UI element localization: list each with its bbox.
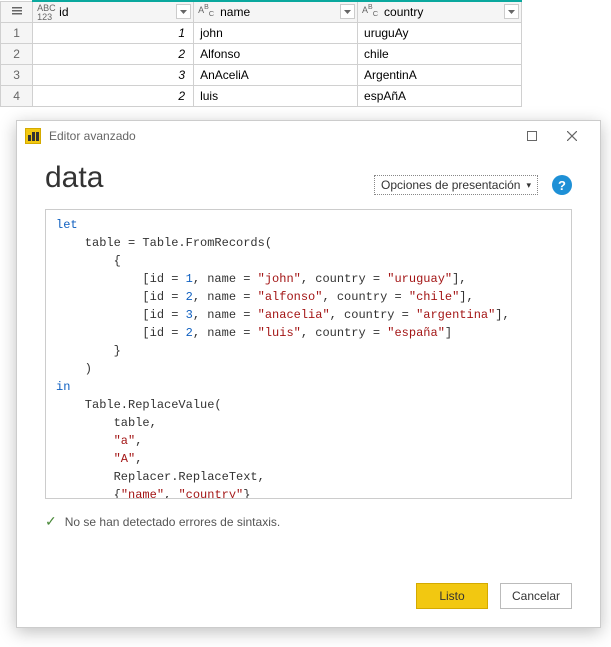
row-number: 3 (1, 64, 33, 85)
col-id-header[interactable]: ABC123 id (33, 1, 194, 22)
status-bar: ✓ No se han detectado errores de sintaxi… (45, 513, 572, 530)
row-number: 4 (1, 85, 33, 106)
row-number: 2 (1, 43, 33, 64)
table-row[interactable]: 2 2 Alfonso chile (1, 43, 522, 64)
grid-corner[interactable] (1, 1, 33, 22)
cell-name[interactable]: john (194, 22, 358, 43)
col-country-header[interactable]: ABC country (358, 1, 522, 22)
status-text: No se han detectado errores de sintaxis. (65, 515, 280, 529)
check-icon: ✓ (45, 513, 57, 530)
cancel-button[interactable]: Cancelar (500, 583, 572, 609)
row-number: 1 (1, 22, 33, 43)
advanced-editor-window: Editor avanzado data Opciones de present… (16, 120, 601, 628)
cell-country[interactable]: ArgentinA (358, 64, 522, 85)
type-text-icon: ABC (362, 4, 378, 17)
col-label: id (59, 5, 68, 19)
code-editor[interactable]: let table = Table.FromRecords( { [id = 1… (45, 209, 572, 499)
col-name-filter[interactable] (340, 4, 355, 19)
titlebar[interactable]: Editor avanzado (17, 121, 600, 151)
done-button[interactable]: Listo (416, 583, 488, 609)
cell-id[interactable]: 3 (33, 64, 194, 85)
col-country-filter[interactable] (504, 4, 519, 19)
cell-name[interactable]: Alfonso (194, 43, 358, 64)
cell-country[interactable]: uruguAy (358, 22, 522, 43)
col-label: name (220, 5, 250, 19)
table-row[interactable]: 3 3 AnAceliA ArgentinA (1, 64, 522, 85)
cell-name[interactable]: luis (194, 85, 358, 106)
window-title: Editor avanzado (49, 129, 512, 143)
display-options-dropdown[interactable]: Opciones de presentación ▾ (374, 175, 538, 195)
table-row[interactable]: 1 1 john uruguAy (1, 22, 522, 43)
col-id-filter[interactable] (176, 4, 191, 19)
close-button[interactable] (552, 122, 592, 150)
kw-in: in (56, 380, 70, 394)
cell-id[interactable]: 2 (33, 85, 194, 106)
col-label: country (384, 5, 423, 19)
col-name-header[interactable]: ABC name (194, 1, 358, 22)
cell-name[interactable]: AnAceliA (194, 64, 358, 85)
kw-let: let (56, 218, 78, 232)
query-name-heading: data (45, 161, 374, 195)
app-logo-icon (25, 128, 41, 144)
type-any-icon: ABC123 (37, 4, 56, 22)
type-text-icon: ABC (198, 4, 214, 17)
help-button[interactable]: ? (552, 175, 572, 195)
cell-country[interactable]: chile (358, 43, 522, 64)
cell-country[interactable]: espAñA (358, 85, 522, 106)
chevron-down-icon: ▾ (526, 180, 531, 191)
table-row[interactable]: 4 2 luis espAñA (1, 85, 522, 106)
cell-id[interactable]: 1 (33, 22, 194, 43)
cell-id[interactable]: 2 (33, 43, 194, 64)
data-grid: ABC123 id ABC name ABC country 1 1 john … (0, 0, 522, 107)
maximize-button[interactable] (512, 122, 552, 150)
display-options-label: Opciones de presentación (381, 178, 520, 192)
